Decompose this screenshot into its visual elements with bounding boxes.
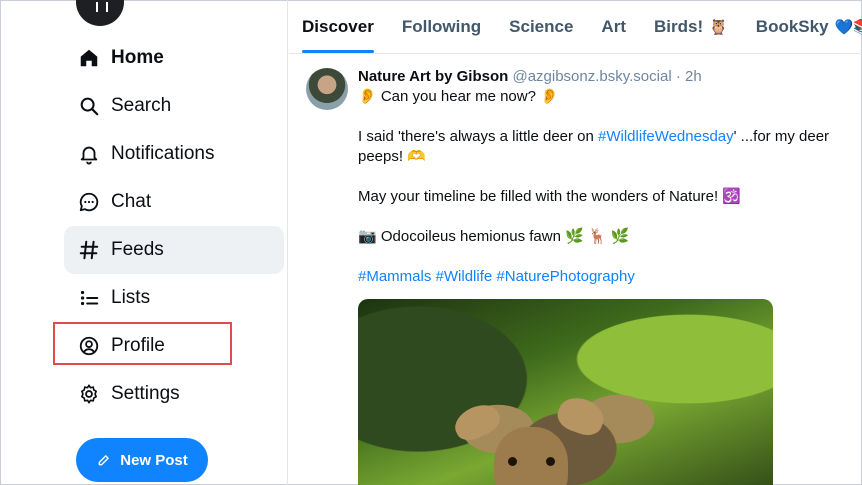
post-time[interactable]: · 2h (676, 68, 702, 85)
tab-science[interactable]: Science (495, 0, 587, 53)
tab-booksky[interactable]: BookSky💙📚 (742, 0, 862, 53)
deer-eye (508, 457, 517, 466)
account-avatar[interactable] (76, 0, 124, 26)
feed-tabs: Discover Following Science Art Birds! 🦉 B… (289, 0, 862, 54)
sidebar-item-label: Settings (111, 383, 180, 404)
post-header: Nature Art by Gibson @azgibsonz.bsky.soc… (358, 67, 862, 87)
sidebar-item-label: Chat (111, 191, 152, 212)
list-icon (77, 286, 101, 310)
sidebar-item-home[interactable]: Home (64, 34, 284, 82)
sidebar-item-lists[interactable]: Lists (64, 274, 284, 322)
deer-eye (546, 457, 555, 466)
user-circle-icon (77, 334, 101, 358)
hashtag-link[interactable]: #Wildlife (436, 268, 493, 285)
deer-head (494, 427, 568, 485)
hashtag-link[interactable]: #NaturePhotography (496, 268, 634, 285)
sidebar-item-profile[interactable]: Profile (64, 322, 284, 370)
deer-ear (449, 398, 505, 446)
sidebar-item-label: Search (111, 95, 172, 116)
sidebar-item-feeds[interactable]: Feeds (64, 226, 284, 274)
deer-ear (553, 392, 609, 440)
sidebar-item-label: Profile (111, 335, 165, 356)
edit-icon (96, 452, 112, 468)
sidebar-item-label: Feeds (111, 239, 164, 260)
hashtag-link[interactable]: #WildlifeWednesday (598, 128, 734, 145)
new-post-button[interactable]: New Post (76, 438, 208, 482)
post-body: Nature Art by Gibson @azgibsonz.bsky.soc… (358, 67, 862, 287)
tab-art[interactable]: Art (587, 0, 640, 53)
tab-following[interactable]: Following (388, 0, 495, 53)
sidebar-item-chat[interactable]: Chat (64, 178, 284, 226)
chat-icon (77, 190, 101, 214)
post-image-deer[interactable] (358, 299, 773, 485)
gear-icon (77, 382, 101, 406)
heart-books-icon: 💙📚 (834, 18, 862, 36)
author-handle[interactable]: @azgibsonz.bsky.social (512, 68, 671, 85)
author-avatar[interactable] (306, 68, 348, 110)
post-text-line: 👂 Can you hear me now? 👂 (358, 88, 559, 105)
post-text-line: 📷 Odocoileus hemionus fawn 🌿 🦌 🌿 (358, 228, 630, 245)
post-hashtags: #Mammals #Wildlife #NaturePhotography (358, 267, 862, 287)
post-text-line: May your timeline be filled with the won… (358, 188, 742, 205)
hash-icon (77, 238, 101, 262)
post-text-line: peeps! 🫶 (358, 148, 426, 165)
search-icon (77, 94, 101, 118)
author-name[interactable]: Nature Art by Gibson (358, 68, 508, 85)
bell-icon (77, 142, 101, 166)
sidebar-item-search[interactable]: Search (64, 82, 284, 130)
tab-discover[interactable]: Discover (302, 0, 388, 53)
hashtag-link[interactable]: #Mammals (358, 268, 431, 285)
post-text-line: I said 'there's always a little deer on … (358, 128, 830, 145)
sidebar-item-settings[interactable]: Settings (64, 370, 284, 418)
left-sidebar: Home Search Notifications Chat Feeds Lis… (0, 0, 288, 485)
feed-post[interactable]: Nature Art by Gibson @azgibsonz.bsky.soc… (289, 55, 862, 485)
sidebar-item-label: Lists (111, 287, 151, 308)
owl-icon: 🦉 (709, 18, 728, 36)
sidebar-item-notifications[interactable]: Notifications (64, 130, 284, 178)
new-post-label: New Post (120, 451, 188, 469)
tab-birds[interactable]: Birds! 🦉 (640, 0, 742, 53)
sidebar-item-label: Notifications (111, 143, 215, 164)
sidebar-item-label: Home (111, 47, 164, 68)
home-icon (77, 46, 101, 70)
